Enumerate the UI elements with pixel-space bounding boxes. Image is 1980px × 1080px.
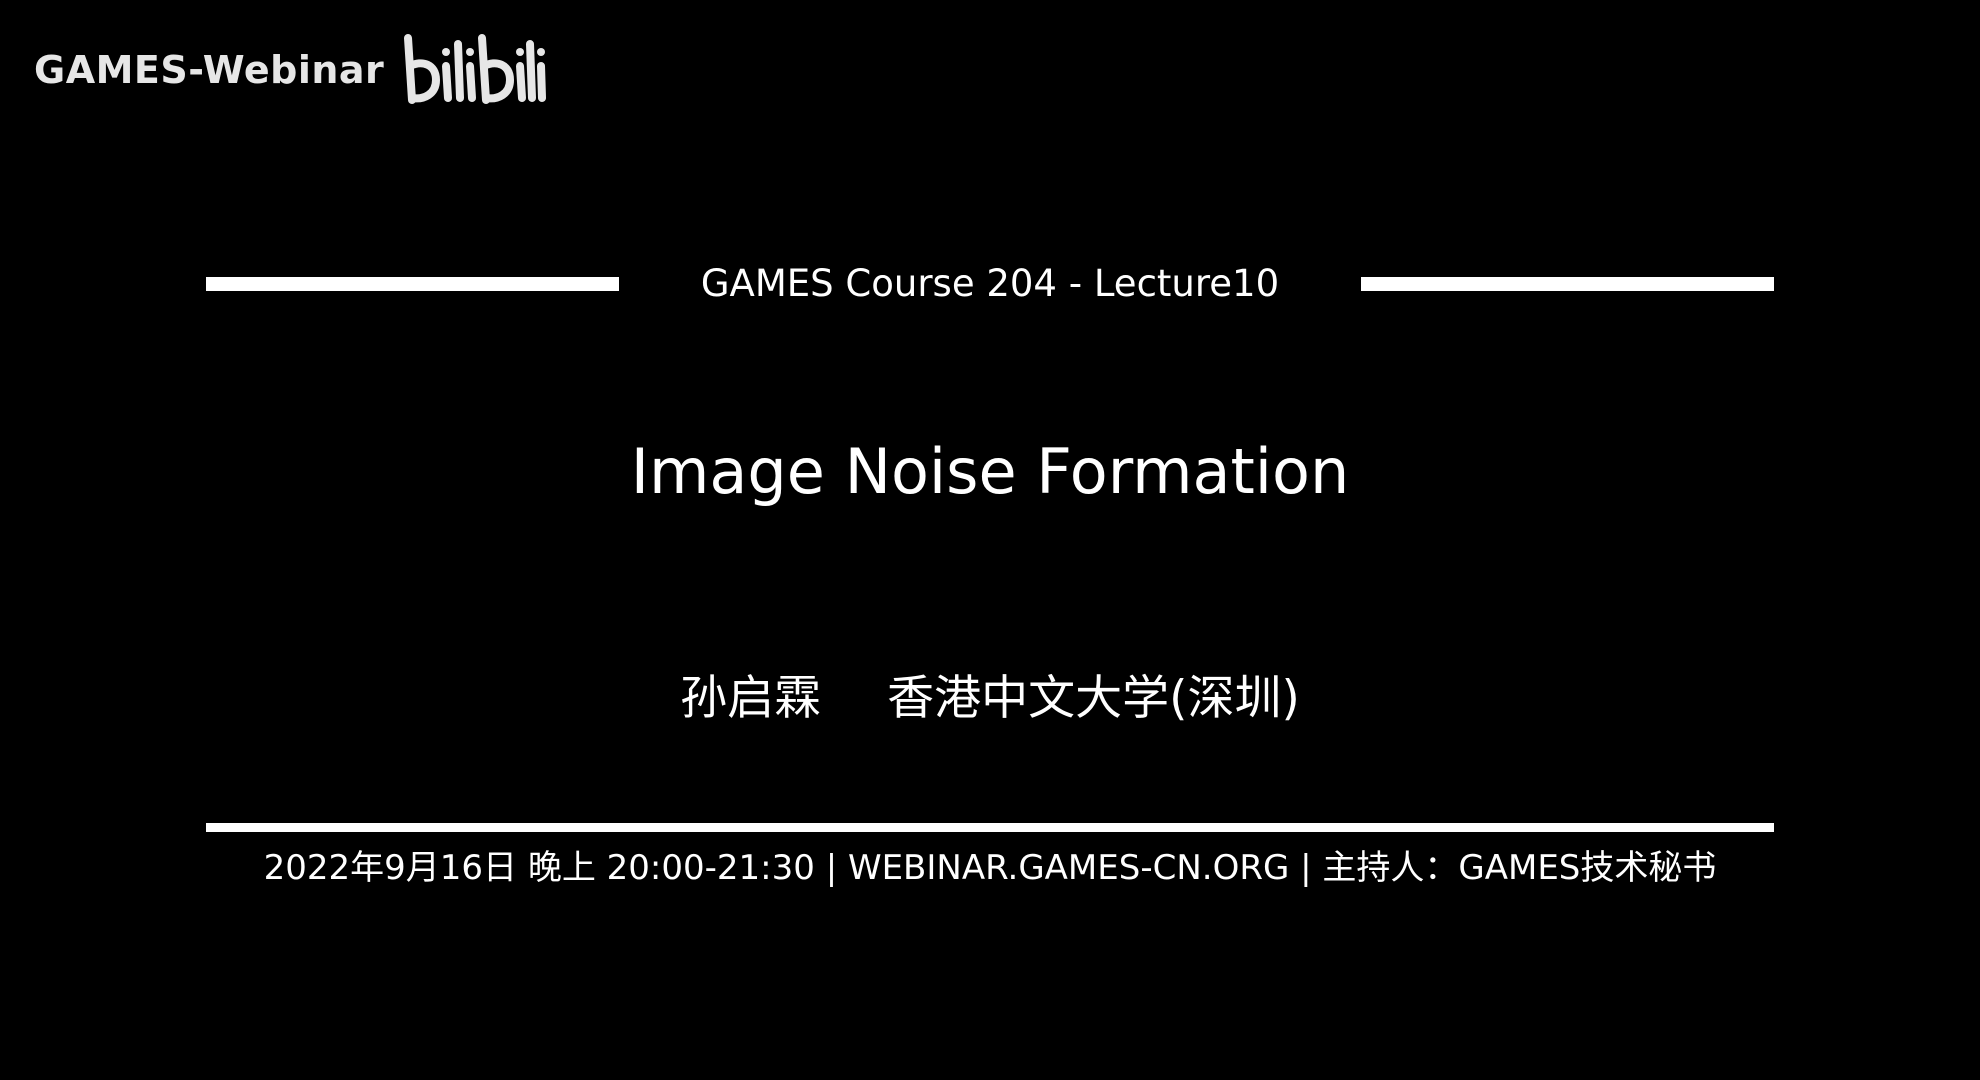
speaker-name: 孙启霖 [680, 670, 822, 726]
watermark-text: GAMES-Webinar [34, 48, 385, 92]
top-right-divider [1361, 277, 1774, 291]
bilibili-logo-icon [404, 34, 547, 104]
watermark: GAMES-Webinar [34, 30, 547, 110]
speaker-affiliation: 香港中文大学(深圳) [887, 670, 1300, 726]
speaker-row: 孙启霖 香港中文大学(深圳) [0, 660, 1980, 726]
footer-line: 2022年9月16日 晚上 20:00-21:30 | WEBINAR.GAME… [263, 848, 1717, 888]
bottom-divider [206, 823, 1774, 832]
slide-title: Image Noise Formation [630, 435, 1350, 508]
top-left-divider [206, 277, 619, 291]
course-line: GAMES Course 204 - Lecture10 [700, 262, 1280, 305]
